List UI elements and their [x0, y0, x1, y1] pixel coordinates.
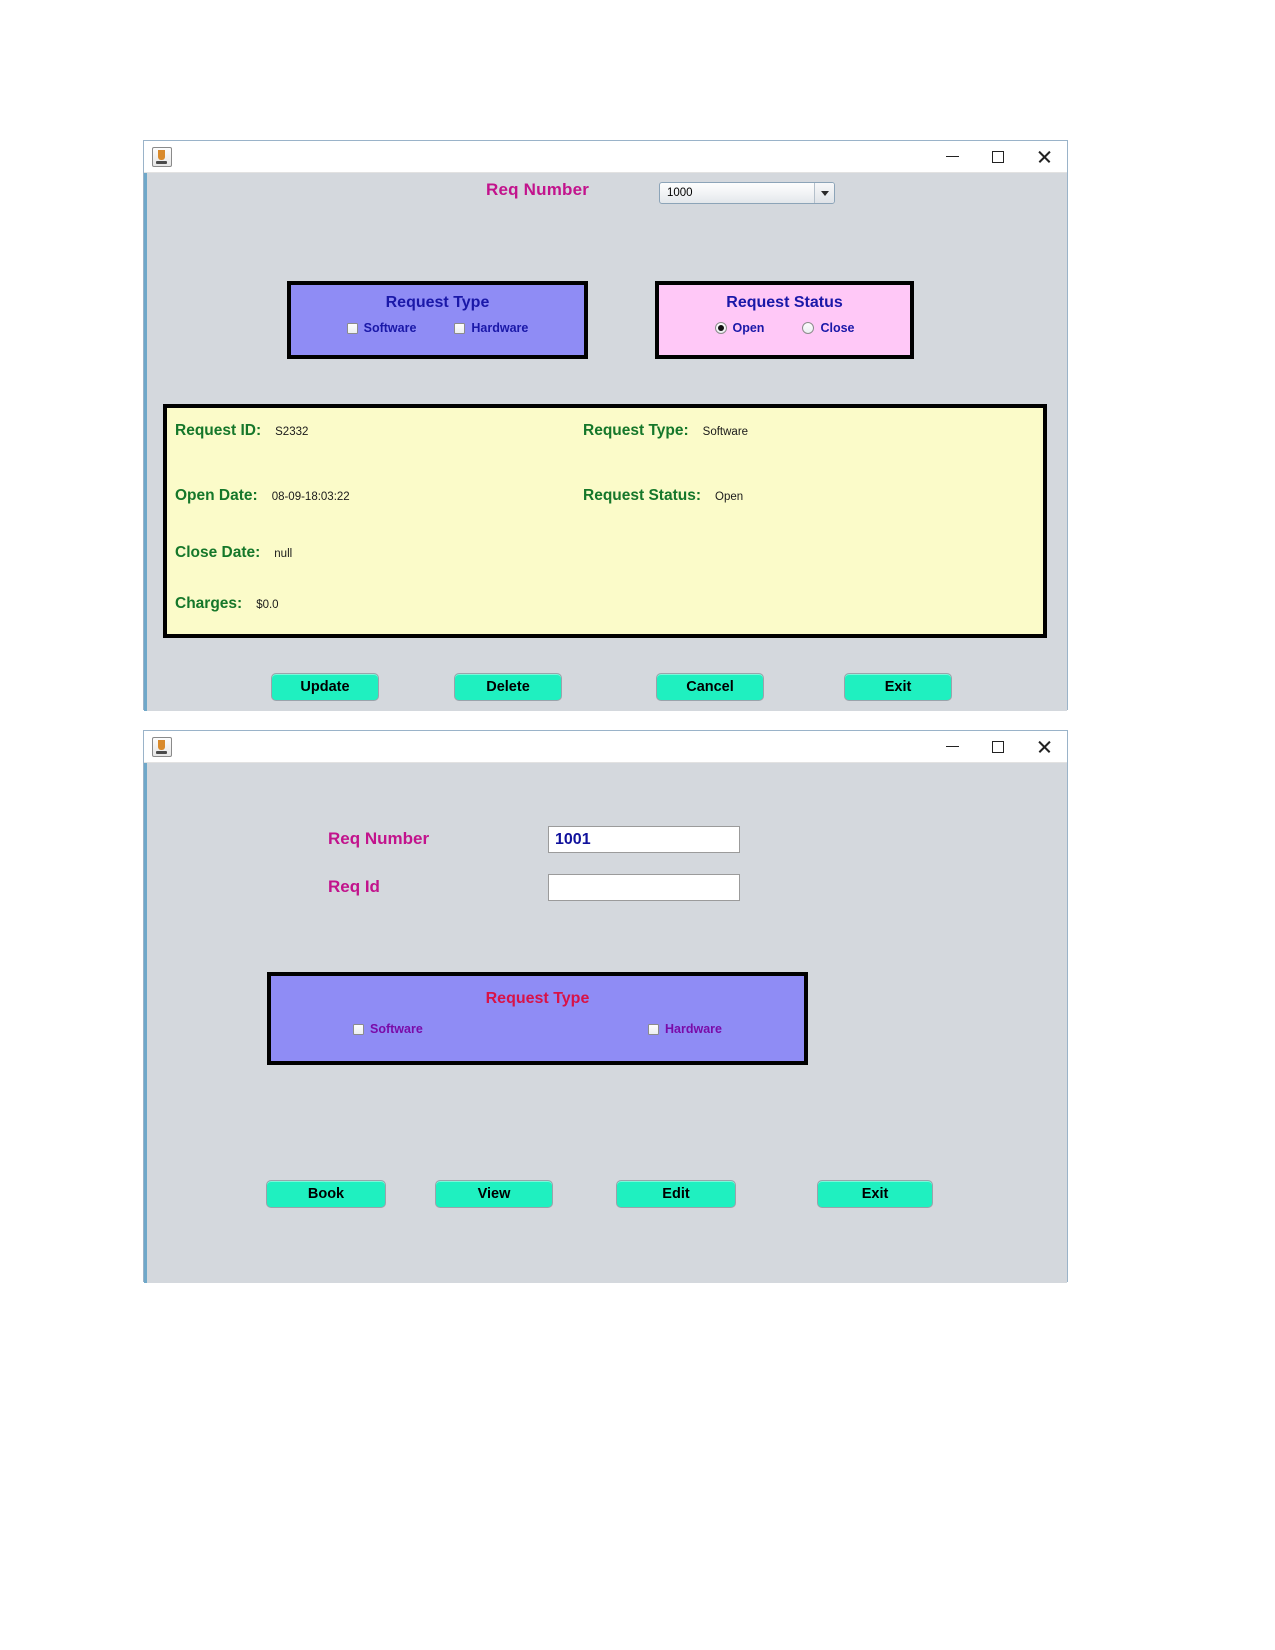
radio-open[interactable]: Open: [714, 321, 765, 335]
close-icon: [1037, 740, 1051, 754]
java-coffee-cup-icon: [152, 146, 172, 167]
checkbox-hardware-2[interactable]: Hardware: [648, 1022, 722, 1036]
window2-titlebar[interactable]: [144, 731, 1067, 763]
window2-controls: [929, 731, 1067, 762]
minimize-button[interactable]: [929, 731, 975, 762]
maximize-button[interactable]: [975, 141, 1021, 172]
close-date-value: null: [274, 548, 293, 560]
req-number-label: Req Number: [486, 180, 590, 199]
info-row: Request Type: Software: [583, 422, 748, 440]
java-coffee-cup-icon: [152, 736, 172, 757]
close-button[interactable]: [1021, 731, 1067, 762]
open-date-key: Open Date:: [175, 487, 258, 504]
request-status-options: Open Close: [659, 321, 910, 335]
screenshot-root: Local Disk (I:) pl Req Number 1000 Reque…: [0, 0, 1275, 1650]
request-type-panel-2-title: Request Type: [485, 990, 590, 1007]
window1-titlebar[interactable]: [144, 141, 1067, 173]
request-type-panel-title: Request Type: [385, 294, 490, 311]
info-row: Close Date: null: [175, 544, 292, 562]
minimize-button[interactable]: [929, 141, 975, 172]
maximize-icon: [992, 150, 1004, 163]
update-button[interactable]: Update: [271, 673, 379, 701]
exit-button[interactable]: Exit: [844, 673, 952, 701]
close-button[interactable]: [1021, 141, 1067, 172]
request-type-2-options: Software Hardware: [271, 1022, 804, 1036]
open-date-value: 08-09-18:03:22: [271, 491, 350, 503]
exit-button-2[interactable]: Exit: [817, 1180, 933, 1208]
maximize-button[interactable]: [975, 731, 1021, 762]
close-icon: [1037, 150, 1051, 164]
request-status-panel-title: Request Status: [726, 294, 843, 311]
radio-selected-icon[interactable]: [714, 322, 727, 334]
radio-icon[interactable]: [802, 322, 815, 334]
checkbox-hardware[interactable]: Hardware: [454, 321, 528, 335]
checkbox-software-2[interactable]: Software: [353, 1022, 423, 1036]
request-status-value: Open: [715, 491, 744, 503]
info-row: Request Status: Open: [583, 487, 743, 505]
checkbox-hardware-label: Hardware: [471, 321, 529, 335]
request-status-panel: Request Status Open Close: [655, 281, 914, 359]
delete-button[interactable]: Delete: [454, 673, 562, 701]
req-number-label-2: Req Number: [328, 829, 430, 848]
maximize-icon: [992, 740, 1004, 753]
checkbox-software-label: Software: [363, 321, 417, 335]
request-id-key: Request ID:: [175, 422, 262, 439]
charges-value: $0.0: [256, 599, 279, 611]
info-row: Request ID: S2332: [175, 422, 308, 440]
info-row: Open Date: 08-09-18:03:22: [175, 487, 350, 505]
req-number-combobox[interactable]: 1000: [659, 182, 835, 204]
checkbox-software[interactable]: Software: [346, 321, 417, 335]
window1-left-edge: [144, 173, 147, 711]
request-type-value: Software: [702, 426, 749, 438]
cancel-button[interactable]: Cancel: [656, 673, 764, 701]
radio-close[interactable]: Close: [802, 321, 855, 335]
request-type-panel: Request Type Software Hardware: [287, 281, 588, 359]
checkbox-software-2-label: Software: [370, 1022, 423, 1036]
book-button[interactable]: Book: [266, 1180, 386, 1208]
radio-open-label: Open: [732, 321, 765, 335]
close-date-key: Close Date:: [175, 544, 261, 561]
charges-key: Charges:: [175, 595, 243, 612]
info-row: Charges: $0.0: [175, 595, 279, 613]
req-id-input[interactable]: [548, 874, 740, 901]
req-id-label: Req Id: [328, 877, 380, 896]
chevron-down-icon[interactable]: [814, 183, 834, 203]
req-number-input[interactable]: 1001: [548, 826, 740, 853]
request-info-panel: Request ID: S2332 Request Type: Software…: [163, 404, 1047, 638]
checkbox-icon[interactable]: [353, 1023, 364, 1035]
checkbox-icon[interactable]: [454, 322, 466, 334]
req-number-value: 1000: [667, 187, 693, 199]
checkbox-icon[interactable]: [346, 322, 358, 334]
window1-controls: [929, 141, 1067, 172]
edit-button[interactable]: Edit: [616, 1180, 736, 1208]
radio-close-label: Close: [820, 321, 855, 335]
checkbox-hardware-2-label: Hardware: [665, 1022, 722, 1036]
request-status-key: Request Status:: [583, 487, 701, 504]
minimize-icon: [945, 745, 959, 748]
request-id-value: S2332: [275, 426, 309, 438]
window2-left-edge: [144, 763, 147, 1283]
view-button[interactable]: View: [435, 1180, 553, 1208]
minimize-icon: [945, 155, 959, 158]
checkbox-icon[interactable]: [648, 1023, 660, 1035]
request-type-key: Request Type:: [583, 422, 689, 439]
request-type-options: Software Hardware: [291, 321, 584, 335]
request-type-panel-2: Request Type Software Hardware: [267, 972, 808, 1065]
